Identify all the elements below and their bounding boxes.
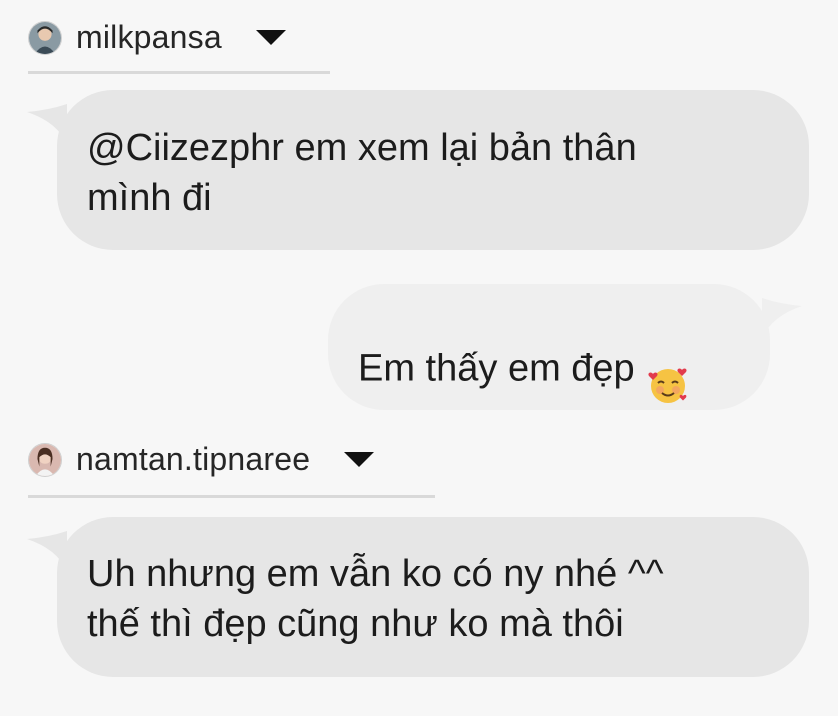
message-text-content: Em thấy em đẹp — [358, 347, 635, 390]
username[interactable]: milkpansa — [76, 19, 222, 56]
username[interactable]: namtan.tipnaree — [76, 441, 310, 478]
message-text: @Ciizezphr em xem lại bản thân mình đi — [87, 127, 637, 219]
avatar-milkpansa[interactable] — [28, 20, 62, 55]
bubble-tail — [762, 298, 802, 338]
smiling-face-with-hearts-icon — [647, 314, 689, 419]
caret-down-icon[interactable] — [344, 452, 375, 467]
message-text: Em thấy em đẹp — [358, 322, 740, 419]
caret-down-icon[interactable] — [255, 30, 286, 45]
avatar-image — [29, 21, 61, 54]
user-header-milkpansa[interactable]: milkpansa — [28, 14, 330, 74]
message-bubble-incoming: Uh nhưng em vẫn ko có ny nhé ^^ thế thì … — [27, 517, 809, 677]
bubble-tail — [27, 531, 67, 571]
message-text: Uh nhưng em vẫn ko có ny nhé ^^ thế thì … — [87, 553, 664, 645]
message-bubble-incoming: @Ciizezphr em xem lại bản thân mình đi — [27, 90, 809, 250]
avatar-namtan[interactable] — [28, 442, 62, 477]
message-bubble-outgoing: Em thấy em đẹp — [328, 284, 802, 410]
bubble-tail — [27, 104, 67, 144]
avatar-image — [29, 443, 61, 476]
user-header-namtan[interactable]: namtan.tipnaree — [28, 436, 435, 498]
